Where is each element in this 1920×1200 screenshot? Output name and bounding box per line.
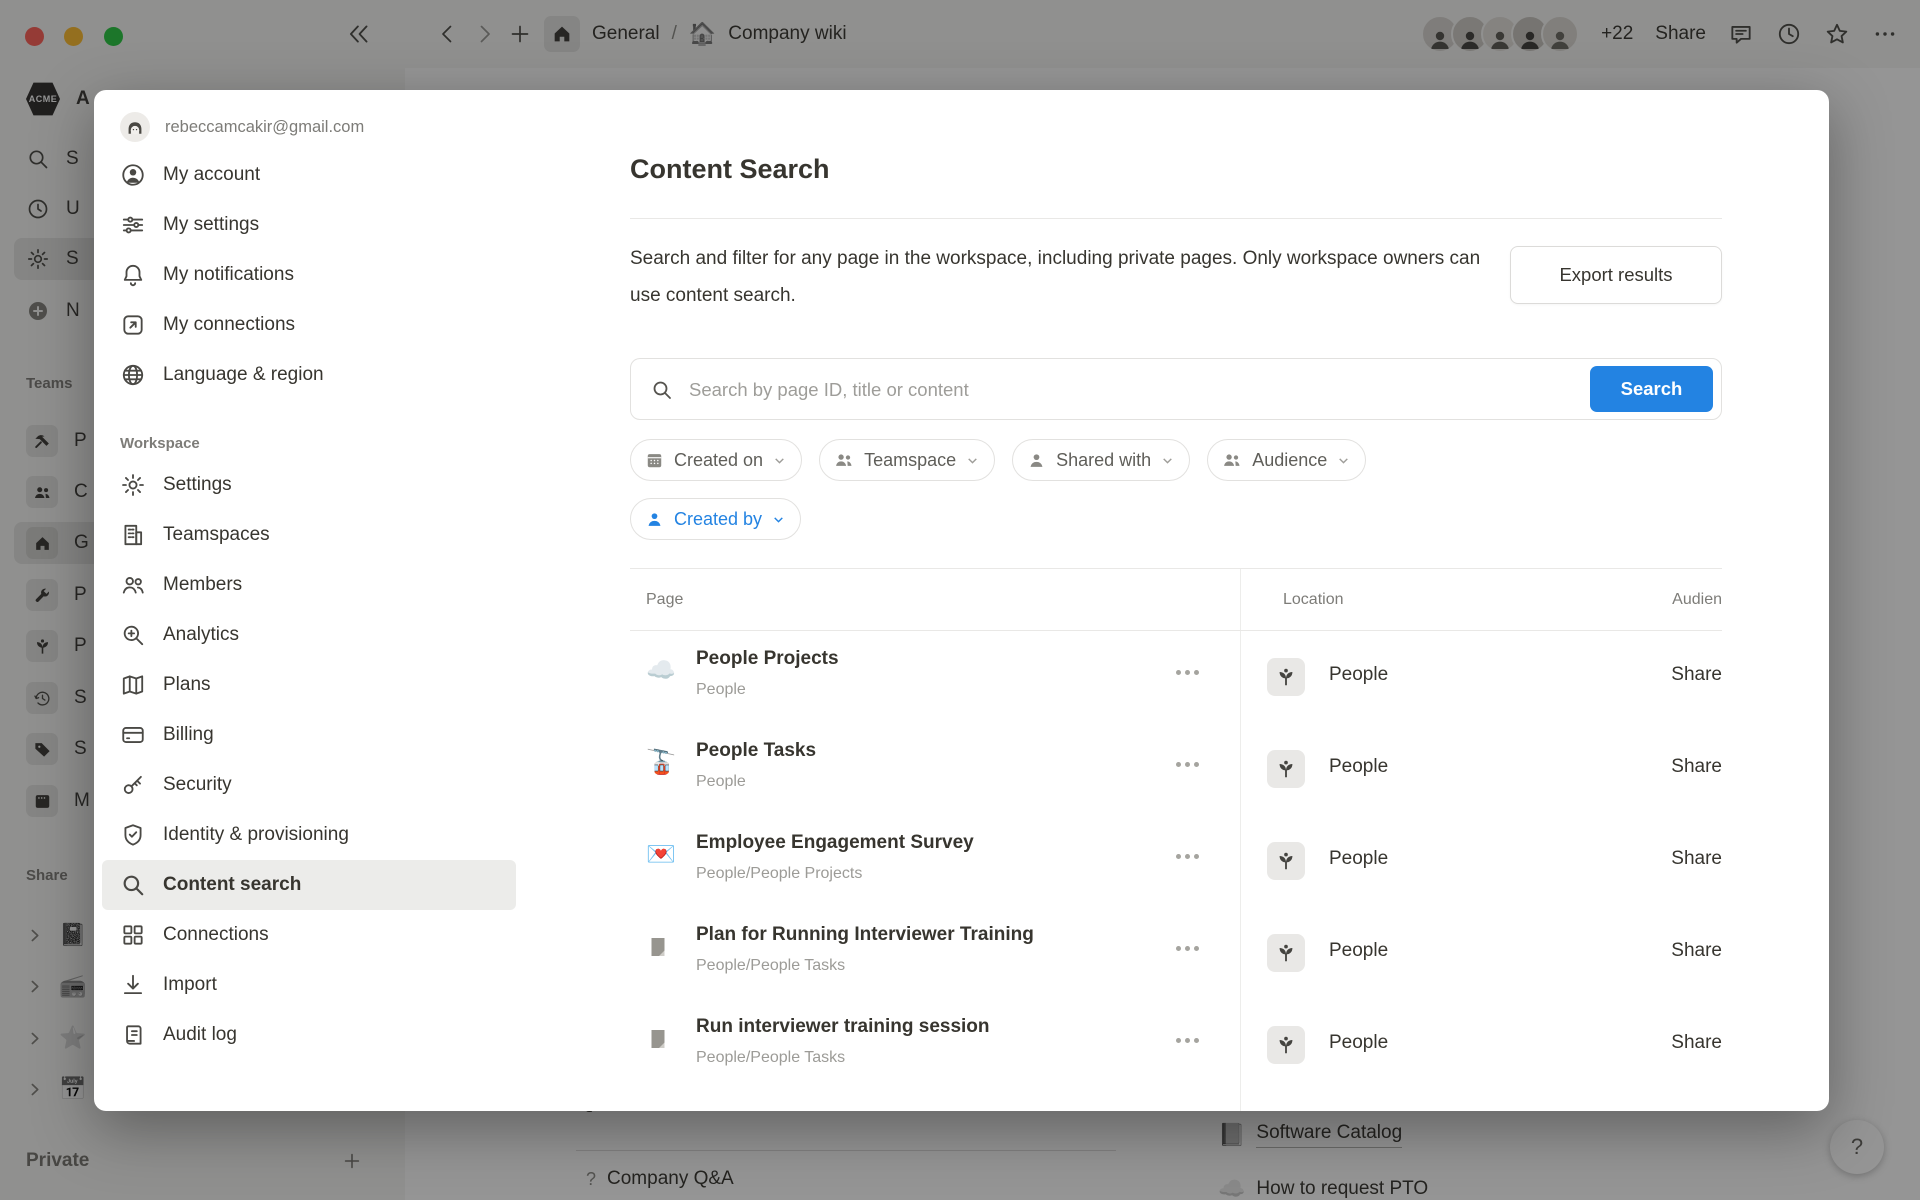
- table-header: Page Location Audien: [630, 569, 1722, 631]
- page-title: Content Search: [630, 154, 830, 185]
- globe-icon: [120, 362, 146, 388]
- table-row[interactable]: Run interviewer training session People/…: [630, 999, 1722, 1091]
- menu-item-my-account[interactable]: My account: [102, 150, 516, 200]
- arrow-up-right-square-icon: [120, 312, 146, 338]
- row-menu-icon[interactable]: [1176, 670, 1199, 675]
- search-icon: [650, 378, 674, 402]
- menu-item-analytics[interactable]: Analytics: [102, 610, 516, 660]
- menu-section-workspace: Workspace: [102, 426, 516, 460]
- menu-item-audit-log[interactable]: Audit log: [102, 1010, 516, 1060]
- teamspace-sprout-icon: [1267, 842, 1305, 880]
- menu-item-language-region[interactable]: Language & region: [102, 350, 516, 400]
- account-header: rebeccamcakir@gmail.com: [102, 104, 516, 150]
- row-menu-icon[interactable]: [1176, 854, 1199, 859]
- row-menu-icon[interactable]: [1176, 762, 1199, 767]
- menu-item-connections[interactable]: Connections: [102, 910, 516, 960]
- menu-item-billing[interactable]: Billing: [102, 710, 516, 760]
- content-search-panel: Content Search Search and filter for any…: [630, 90, 1722, 1111]
- filter-created-by[interactable]: Created by: [630, 498, 801, 540]
- menu-item-plans[interactable]: Plans: [102, 660, 516, 710]
- menu-item-content-search[interactable]: Content search: [102, 860, 516, 910]
- divider: [630, 218, 1722, 219]
- search-icon: [120, 872, 146, 898]
- gear-icon: [120, 472, 146, 498]
- person-icon: [645, 510, 664, 529]
- column-header-location: Location: [1283, 591, 1344, 609]
- document-icon: [646, 1027, 670, 1051]
- chevron-down-icon: [966, 454, 979, 467]
- map-icon: [120, 672, 146, 698]
- menu-item-identity-provisioning[interactable]: Identity & provisioning: [102, 810, 516, 860]
- scroll-icon: [120, 1022, 146, 1048]
- people-icon: [1222, 450, 1242, 470]
- teamspace-sprout-icon: [1267, 658, 1305, 696]
- sliders-icon: [120, 212, 146, 238]
- teamspace-sprout-icon: [1267, 1026, 1305, 1064]
- calendar-icon: [645, 451, 664, 470]
- account-email: rebeccamcakir@gmail.com: [165, 118, 364, 137]
- notion-app: General / 🏠 Company wiki +22 Share ACME: [0, 0, 1920, 1200]
- search-input[interactable]: [687, 360, 1551, 420]
- table-row[interactable]: 💌 Employee Engagement Survey People/Peop…: [630, 815, 1722, 907]
- teamspace-sprout-icon: [1267, 934, 1305, 972]
- menu-item-settings[interactable]: Settings: [102, 460, 516, 510]
- filter-audience[interactable]: Audience: [1207, 439, 1366, 481]
- love-letter-emoji-icon: 💌: [646, 843, 676, 867]
- settings-menu: rebeccamcakir@gmail.com My account My se…: [94, 90, 524, 1111]
- tramway-emoji-icon: 🚡: [646, 751, 676, 775]
- chevron-down-icon: [773, 454, 786, 467]
- menu-item-teamspaces[interactable]: Teamspaces: [102, 510, 516, 560]
- chevron-down-icon: [1161, 454, 1174, 467]
- filter-created-on[interactable]: Created on: [630, 439, 802, 481]
- menu-item-my-settings[interactable]: My settings: [102, 200, 516, 250]
- column-header-audience: Audien: [1672, 591, 1722, 609]
- row-menu-icon[interactable]: [1176, 946, 1199, 951]
- document-icon: [646, 935, 670, 959]
- cloud-emoji-icon: ☁️: [646, 659, 676, 683]
- person-circle-icon: [120, 162, 146, 188]
- bell-icon: [120, 262, 146, 288]
- menu-item-members[interactable]: Members: [102, 560, 516, 610]
- download-icon: [120, 972, 146, 998]
- menu-item-security[interactable]: Security: [102, 760, 516, 810]
- search-button[interactable]: Search: [1590, 366, 1713, 412]
- page-description: Search and filter for any page in the wo…: [630, 240, 1510, 314]
- table-row[interactable]: ☁️ People Projects People People Share: [630, 631, 1722, 723]
- table-row[interactable]: Plan for Running Interviewer Training Pe…: [630, 907, 1722, 999]
- magnifier-plus-icon: [120, 622, 146, 648]
- key-icon: [120, 772, 146, 798]
- column-header-page: Page: [646, 591, 683, 609]
- menu-item-my-connections[interactable]: My connections: [102, 300, 516, 350]
- active-filter-row: Created by: [630, 498, 801, 540]
- credit-card-icon: [120, 722, 146, 748]
- content-search-bar: Search: [630, 358, 1722, 420]
- export-results-button[interactable]: Export results: [1510, 246, 1722, 304]
- user-avatar: [120, 112, 150, 142]
- table-row[interactable]: 🚡 People Tasks People People Share: [630, 723, 1722, 815]
- menu-item-my-notifications[interactable]: My notifications: [102, 250, 516, 300]
- shield-check-icon: [120, 822, 146, 848]
- chevron-down-icon: [1337, 454, 1350, 467]
- results-table: Page Location Audien ☁️ People Projects …: [630, 568, 1722, 1111]
- chevron-down-icon: [772, 513, 785, 526]
- settings-modal: rebeccamcakir@gmail.com My account My se…: [94, 90, 1829, 1111]
- filter-row: Created on Teamspace Shared with Audienc…: [630, 439, 1366, 481]
- people-icon: [834, 450, 854, 470]
- building-icon: [120, 522, 146, 548]
- filter-teamspace[interactable]: Teamspace: [819, 439, 995, 481]
- menu-item-import[interactable]: Import: [102, 960, 516, 1010]
- people-icon: [120, 572, 146, 598]
- filter-shared-with[interactable]: Shared with: [1012, 439, 1190, 481]
- grid-icon: [120, 922, 146, 948]
- person-icon: [1027, 451, 1046, 470]
- teamspace-sprout-icon: [1267, 750, 1305, 788]
- row-menu-icon[interactable]: [1176, 1038, 1199, 1043]
